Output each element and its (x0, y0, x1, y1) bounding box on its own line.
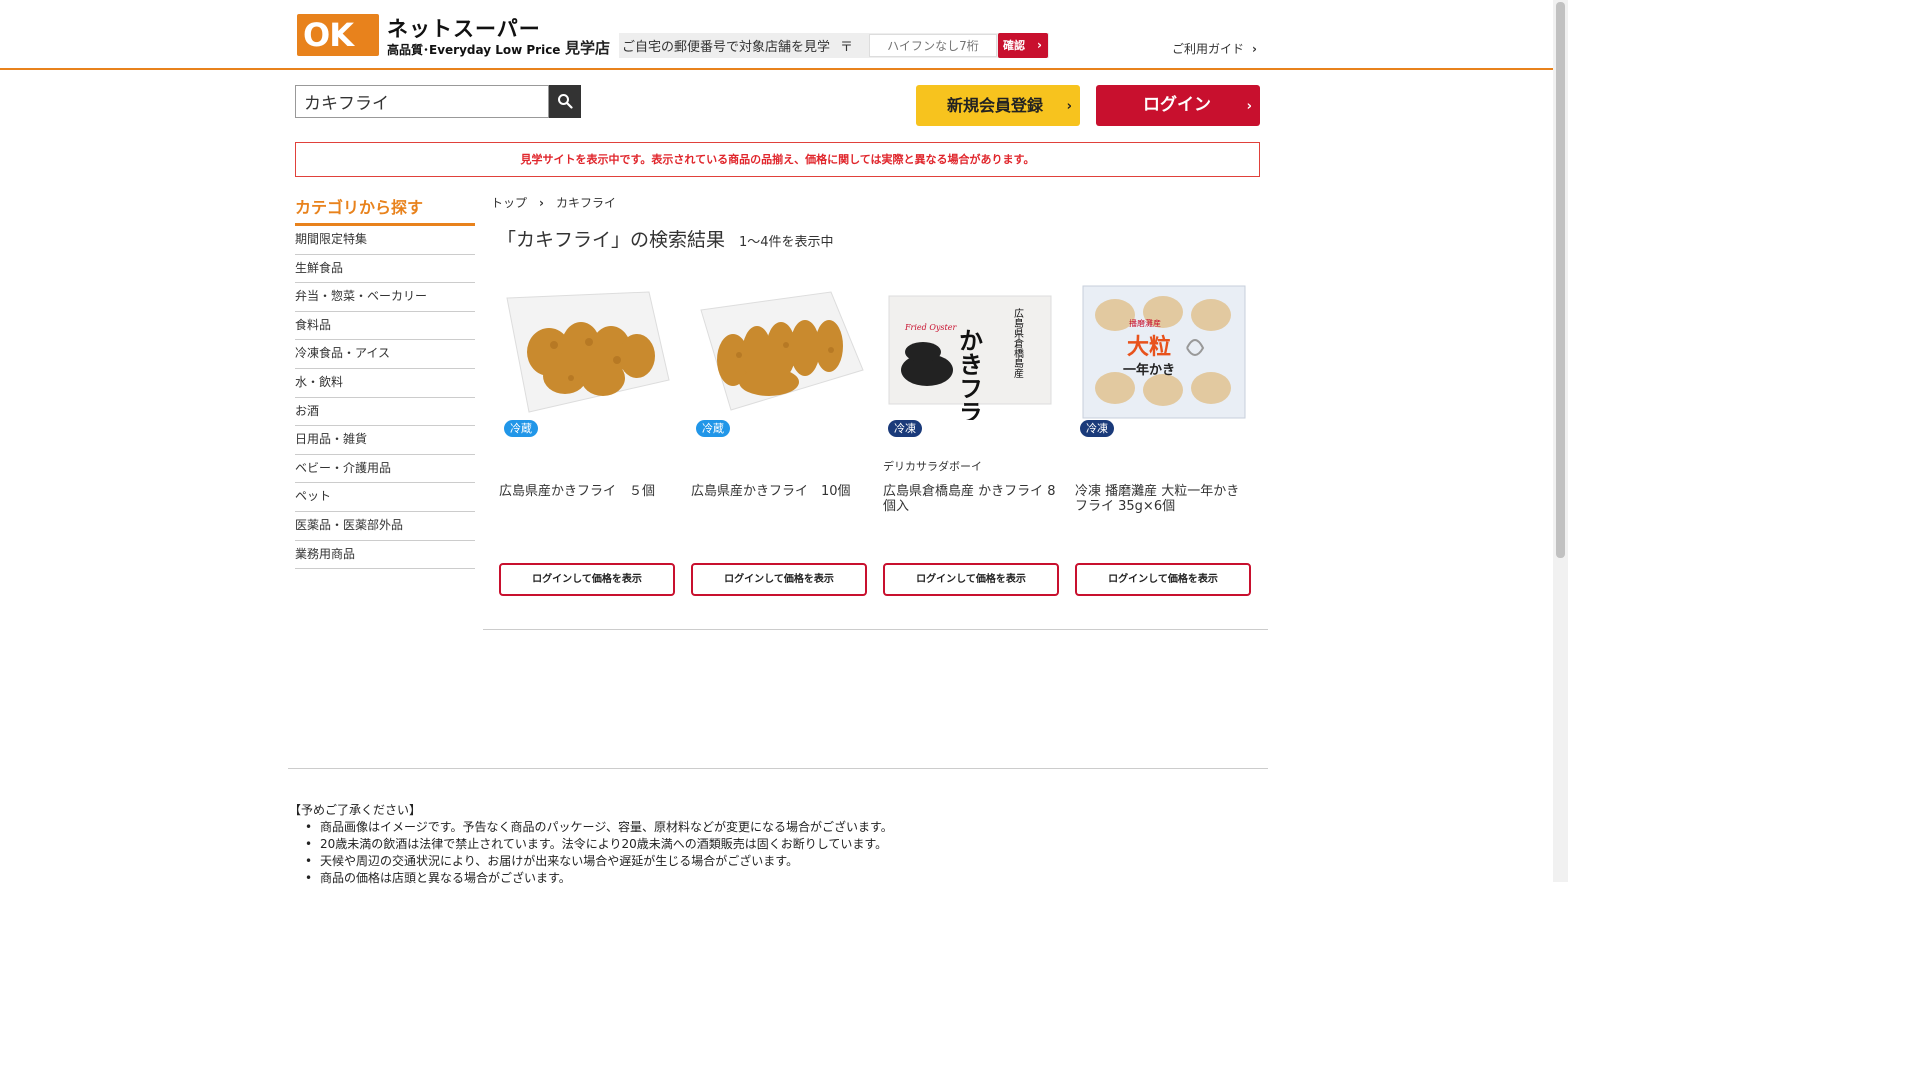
results-title: 「カキフライ」の検索結果 (497, 229, 726, 251)
scrollbar-thumb[interactable] (1556, 2, 1565, 558)
category-item[interactable]: 食料品 (295, 312, 475, 341)
category-item[interactable]: お酒 (295, 398, 475, 427)
breadcrumb-home[interactable]: トップ (491, 196, 527, 210)
package-title-text: かきフライ (955, 328, 984, 420)
register-label: 新規会員登録 (947, 96, 1044, 115)
package-title-text: 大粒 (1127, 334, 1171, 360)
product-image[interactable] (691, 270, 867, 420)
category-list: 期間限定特集 生鮮食品 弁当・惣菜・ベーカリー 食料品 冷凍食品・アイス 水・飲… (295, 226, 475, 570)
chevron-right-icon: › (1037, 38, 1042, 52)
category-heading: カテゴリから探す (295, 198, 424, 217)
guide-link[interactable]: ご利用ガイド › (1172, 40, 1257, 57)
search-input[interactable] (295, 85, 549, 118)
footer-note: 20歳未満の飲酒は法律で禁止されています。法令により20歳未満への酒類販売は固く… (303, 836, 893, 853)
results-count: 1～4件を表示中 (739, 235, 834, 250)
footer-notes-title: 【予めご了承ください】 (289, 803, 422, 817)
chevron-right-icon: › (1066, 99, 1072, 114)
logo-name: ネットスーパー (387, 17, 541, 41)
logo-tagline: 高品質･Everyday Low Price (387, 43, 561, 57)
frozen-badge: 冷凍 (1080, 420, 1114, 437)
register-button[interactable]: 新規会員登録 › (916, 85, 1080, 126)
footer-notes: 【予めご了承ください】 商品画像はイメージです。予告なく商品のパッケージ、容量、… (289, 801, 893, 887)
results-divider (483, 629, 1268, 630)
category-item[interactable]: 業務用商品 (295, 541, 475, 570)
category-item[interactable]: 水・飲料 (295, 369, 475, 398)
store-label: 見学店 (565, 39, 611, 57)
product-image[interactable] (499, 270, 675, 420)
results-heading: 「カキフライ」の検索結果 1～4件を表示中 (497, 225, 834, 252)
ok-logo[interactable]: OK ネットスーパー 高品質･Everyday Low Price (297, 14, 560, 58)
footer-note: 商品画像はイメージです。予告なく商品のパッケージ、容量、原材料などが変更になる場… (303, 819, 893, 836)
product-name[interactable]: 広島県産かきフライ 10個 (691, 484, 867, 499)
product-maker: デリカサラダボーイ (883, 460, 982, 473)
category-item[interactable]: 弁当・惣菜・ベーカリー (295, 283, 475, 312)
login-for-price-button[interactable]: ログインして価格を表示 (1075, 563, 1251, 596)
category-item[interactable]: ベビー・介護用品 (295, 455, 475, 484)
product-image[interactable]: Fried Oyster かきフライ 広島県倉橋島産 (883, 270, 1059, 420)
package-sub-text: Fried Oyster (904, 323, 957, 332)
login-label: ログイン (1143, 95, 1211, 115)
package-origin-text: 播磨灘産 (1129, 318, 1161, 328)
login-for-price-button[interactable]: ログインして価格を表示 (499, 563, 675, 596)
page-scrollbar[interactable] (1553, 0, 1568, 882)
package-origin-text: 広島県倉橋島産 (1012, 307, 1024, 379)
product-name[interactable]: 冷凍 播磨灘産 大粒一年かきフライ 35g×6個 (1075, 484, 1251, 514)
zip-prompt: ご自宅の郵便番号で対象店舗を見学 (622, 40, 831, 55)
search-button[interactable] (549, 85, 581, 118)
chevron-right-icon: › (1246, 99, 1252, 114)
category-item[interactable]: 医薬品・医薬部外品 (295, 512, 475, 541)
site-header: OK ネットスーパー 高品質･Everyday Low Price 見学店 ご自… (0, 0, 1553, 70)
product-name[interactable]: 広島県倉橋島産 かきフライ 8個入 (883, 484, 1059, 514)
chilled-badge: 冷蔵 (504, 420, 538, 437)
category-item[interactable]: 生鮮食品 (295, 255, 475, 284)
search-icon (558, 94, 573, 109)
category-item[interactable]: ペット (295, 483, 475, 512)
footer-note: 商品の価格は店頭と異なる場合がございます。 (303, 870, 893, 887)
product-image[interactable]: 播磨灘産 大粒 一年かき (1075, 270, 1251, 420)
zip-search: ご自宅の郵便番号で対象店舗を見学 〒 確認 › (619, 33, 1049, 58)
logo-mark-text: OK (303, 16, 354, 54)
breadcrumb-current: カキフライ (555, 196, 616, 210)
footer-notes-list: 商品画像はイメージです。予告なく商品のパッケージ、容量、原材料などが変更になる場… (289, 819, 893, 887)
zip-confirm-label: 確認 (1003, 39, 1025, 52)
zip-input[interactable] (869, 34, 997, 57)
category-item[interactable]: 期間限定特集 (295, 226, 475, 255)
breadcrumb-separator-icon: › (539, 196, 544, 210)
demo-notice: 見学サイトを表示中です。表示されている商品の品揃え、価格に関しては実際と異なる場… (295, 142, 1260, 177)
chevron-right-icon: › (1252, 42, 1257, 56)
guide-link-label: ご利用ガイド (1172, 42, 1245, 56)
breadcrumb: トップ › カキフライ (491, 194, 616, 211)
footer-note: 天候や周辺の交通状況により、お届けが出来ない場合や遅延が生じる場合がございます。 (303, 853, 893, 870)
frozen-badge: 冷凍 (888, 420, 922, 437)
product-name[interactable]: 広島県産かきフライ ５個 (499, 484, 675, 499)
category-item[interactable]: 冷凍食品・アイス (295, 340, 475, 369)
footer-divider (288, 768, 1268, 769)
login-button[interactable]: ログイン › (1096, 85, 1260, 126)
category-item[interactable]: 日用品・雑貨 (295, 426, 475, 455)
zip-confirm-button[interactable]: 確認 › (998, 33, 1048, 58)
chilled-badge: 冷蔵 (696, 420, 730, 437)
postal-mark-icon: 〒 (840, 40, 854, 55)
login-for-price-button[interactable]: ログインして価格を表示 (691, 563, 867, 596)
logo-mark: OK (297, 14, 379, 56)
package-sub-text: 一年かき (1123, 362, 1175, 378)
login-for-price-button[interactable]: ログインして価格を表示 (883, 563, 1059, 596)
